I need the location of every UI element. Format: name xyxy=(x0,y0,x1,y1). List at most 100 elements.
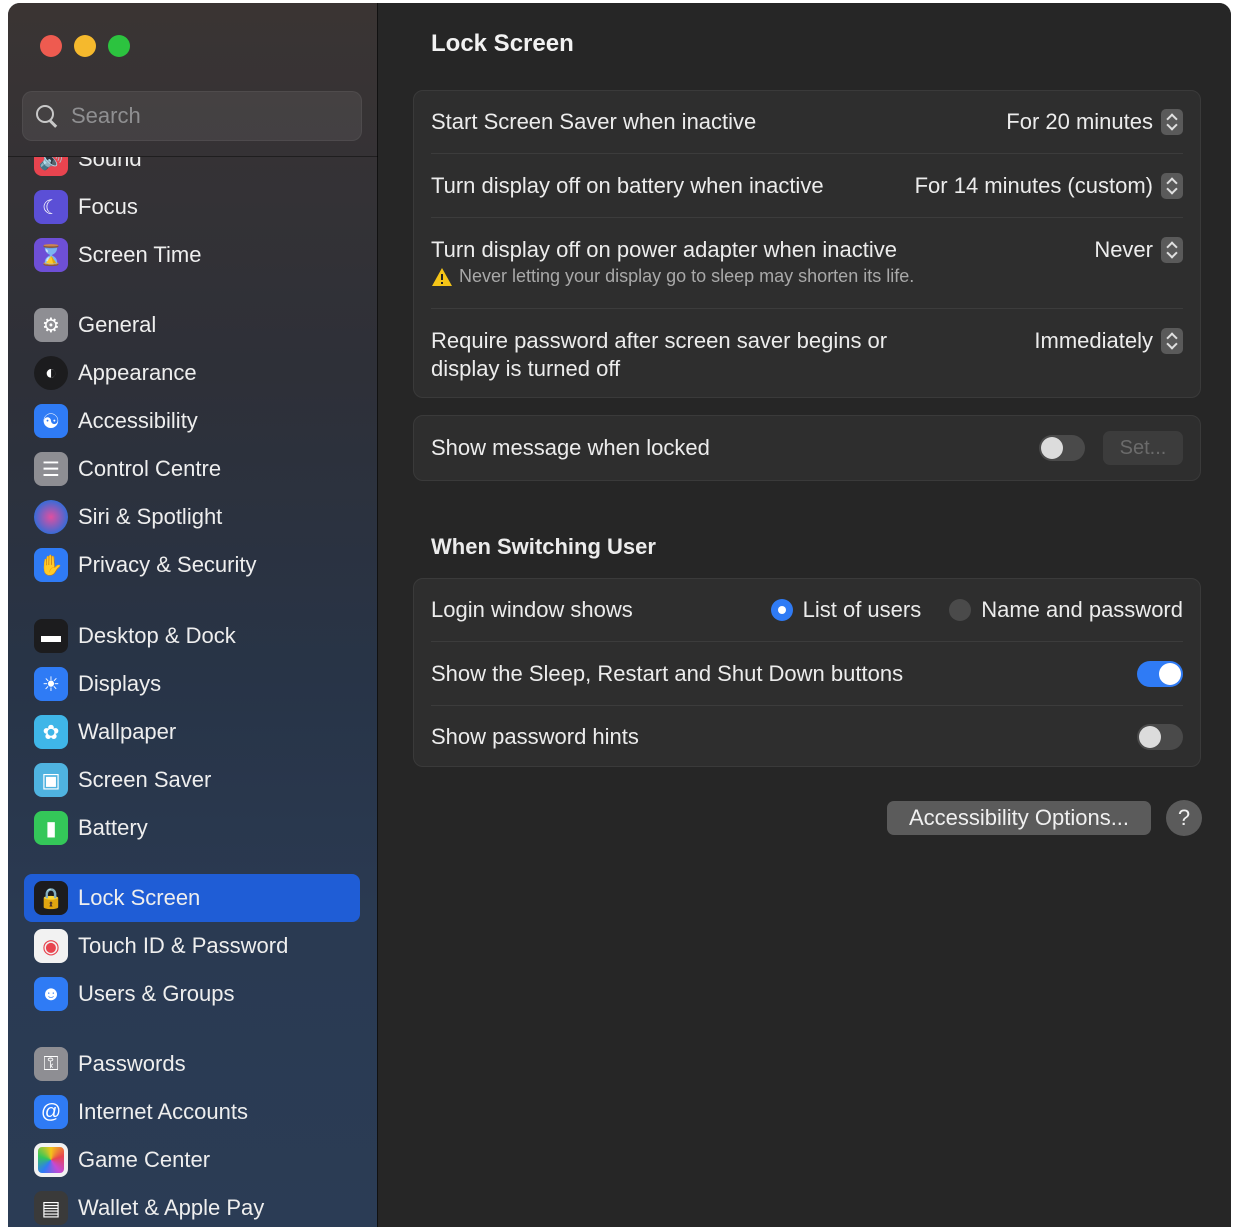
sidebar-item-touch-id-password[interactable]: ◉ Touch ID & Password xyxy=(24,922,360,970)
moon-icon: ☾ xyxy=(34,190,68,224)
screen-saver-label: Start Screen Saver when inactive xyxy=(431,109,757,134)
search-placeholder: Search xyxy=(71,103,141,128)
sidebar-item-desktop-dock[interactable]: ▬ Desktop & Dock xyxy=(24,612,360,660)
accessibility-icon: ☯ xyxy=(34,404,68,438)
login-window-row: Login window shows List of users Name an… xyxy=(431,596,1183,624)
row-divider xyxy=(431,308,1183,309)
sidebar-item-battery[interactable]: ▮ Battery xyxy=(24,804,360,852)
chevron-up-down-icon xyxy=(1161,328,1183,354)
require-password-popup[interactable]: Immediately xyxy=(1034,327,1183,355)
sidebar-item-label: Wallpaper xyxy=(78,719,177,744)
gear-icon: ⚙ xyxy=(34,308,68,342)
hand-icon: ✋ xyxy=(34,548,68,582)
row-divider xyxy=(431,705,1183,706)
chevron-up-down-icon xyxy=(1161,237,1183,263)
help-button[interactable]: ? xyxy=(1166,800,1202,836)
sidebar-item-game-center[interactable]: Game Center xyxy=(24,1136,360,1184)
close-window-button[interactable] xyxy=(40,35,62,57)
accessibility-options-button[interactable]: Accessibility Options... xyxy=(887,801,1151,835)
radio-list-of-users[interactable]: List of users xyxy=(770,596,922,624)
display-battery-value: For 14 minutes (custom) xyxy=(914,173,1153,198)
sidebar-item-label: Privacy & Security xyxy=(78,552,257,577)
sidebar-item-screen-saver[interactable]: ▣ Screen Saver xyxy=(24,756,360,804)
page-title: Lock Screen xyxy=(431,30,574,57)
sidebar-item-sound[interactable]: 🔊 Sound xyxy=(24,157,360,183)
show-message-controls: Set... xyxy=(1039,431,1183,465)
row-divider xyxy=(431,217,1183,218)
sidebar-item-label: Focus xyxy=(78,194,138,219)
sidebar-item-internet-accounts[interactable]: @ Internet Accounts xyxy=(24,1088,360,1136)
password-hints-label: Show password hints xyxy=(431,724,639,749)
battery-icon: ▮ xyxy=(34,811,68,845)
toggle-knob xyxy=(1041,437,1063,459)
sidebar-item-siri-spotlight[interactable]: Siri & Spotlight xyxy=(24,493,360,541)
screen-saver-icon: ▣ xyxy=(34,763,68,797)
switching-user-heading: When Switching User xyxy=(431,534,656,559)
sidebar-item-general[interactable]: ⚙ General xyxy=(24,301,360,349)
set-message-button[interactable]: Set... xyxy=(1103,431,1183,465)
search-field[interactable]: Search xyxy=(22,91,362,141)
chevron-up-down-icon xyxy=(1161,109,1183,135)
sidebar-item-screen-time[interactable]: ⌛ Screen Time xyxy=(24,231,360,279)
sidebar-item-users-groups[interactable]: ☻ Users & Groups xyxy=(24,970,360,1018)
sidebar-item-accessibility[interactable]: ☯ Accessibility xyxy=(24,397,360,445)
message-group: Show message when locked Set... xyxy=(413,415,1201,481)
sidebar-item-label: Control Centre xyxy=(78,456,222,481)
lock-icon: 🔒 xyxy=(34,881,68,915)
key-icon: ⚿ xyxy=(34,1047,68,1081)
radio-name-and-password[interactable]: Name and password xyxy=(949,596,1183,624)
sidebar-item-displays[interactable]: ☀ Displays xyxy=(24,660,360,708)
display-battery-popup[interactable]: For 14 minutes (custom) xyxy=(915,172,1183,200)
sidebar-item-privacy-security[interactable]: ✋ Privacy & Security xyxy=(24,541,360,589)
sidebar-item-label: Game Center xyxy=(78,1147,211,1172)
sidebar-item-label: Appearance xyxy=(78,360,197,385)
sidebar-item-label: Screen Time xyxy=(78,242,202,267)
appearance-icon: ◐ xyxy=(34,356,68,390)
screen-saver-popup[interactable]: For 20 minutes xyxy=(1006,108,1183,136)
sidebar-item-appearance[interactable]: ◐ Appearance xyxy=(24,349,360,397)
flower-icon: ✿ xyxy=(34,715,68,749)
radio-label: List of users xyxy=(802,597,922,622)
sidebar-item-label: Accessibility xyxy=(78,408,198,433)
sidebar-item-label: Users & Groups xyxy=(78,981,235,1006)
password-hints-toggle[interactable] xyxy=(1137,724,1183,750)
sidebar: Search 🔊 Sound ☾ Focus ⌛ Screen Time ⚙ G… xyxy=(8,3,378,1227)
sidebar-item-lock-screen[interactable]: 🔒 Lock Screen xyxy=(24,874,360,922)
sidebar-item-focus[interactable]: ☾ Focus xyxy=(24,183,360,231)
fingerprint-icon: ◉ xyxy=(34,929,68,963)
toggle-knob xyxy=(1139,726,1161,748)
search-icon xyxy=(35,104,59,128)
show-message-label: Show message when locked xyxy=(431,435,710,460)
sidebar-item-label: Lock Screen xyxy=(78,885,201,910)
sidebar-item-passwords[interactable]: ⚿ Passwords xyxy=(24,1040,360,1088)
sidebar-item-control-centre[interactable]: ☰ Control Centre xyxy=(24,445,360,493)
sleep-buttons-toggle[interactable] xyxy=(1137,661,1183,687)
warning-text: Never letting your display go to sleep m… xyxy=(459,266,915,286)
display-power-label: Turn display off on power adapter when i… xyxy=(431,237,897,262)
sidebar-item-label: Touch ID & Password xyxy=(78,933,289,958)
toggle-knob xyxy=(1159,663,1181,685)
display-battery-row: Turn display off on battery when inactiv… xyxy=(431,172,1183,200)
display-power-value: Never xyxy=(1094,237,1153,262)
display-settings-group: Start Screen Saver when inactive For 20 … xyxy=(413,90,1201,398)
system-settings-window: Search 🔊 Sound ☾ Focus ⌛ Screen Time ⚙ G… xyxy=(8,3,1231,1227)
zoom-window-button[interactable] xyxy=(108,35,130,57)
display-power-row: Turn display off on power adapter when i… xyxy=(431,236,1183,287)
minimize-window-button[interactable] xyxy=(74,35,96,57)
sun-icon: ☀ xyxy=(34,667,68,701)
row-divider xyxy=(431,641,1183,642)
hourglass-icon: ⌛ xyxy=(34,238,68,272)
sidebar-item-label: Internet Accounts xyxy=(78,1099,248,1124)
sidebar-item-wallpaper[interactable]: ✿ Wallpaper xyxy=(24,708,360,756)
show-message-toggle[interactable] xyxy=(1039,435,1085,461)
sidebar-item-wallet-apple-pay[interactable]: ▤ Wallet & Apple Pay xyxy=(24,1184,360,1227)
sidebar-item-label: Siri & Spotlight xyxy=(78,504,223,529)
sleep-buttons-row: Show the Sleep, Restart and Shut Down bu… xyxy=(431,660,1183,688)
login-window-label: Login window shows xyxy=(431,597,633,622)
sidebar-list: 🔊 Sound ☾ Focus ⌛ Screen Time ⚙ General … xyxy=(8,157,378,1227)
window-controls xyxy=(40,35,130,57)
display-power-text: Turn display off on power adapter when i… xyxy=(431,236,914,287)
display-power-popup[interactable]: Never xyxy=(1094,236,1183,264)
require-password-row: Require password after screen saver begi… xyxy=(431,327,1183,383)
login-window-options: List of users Name and password xyxy=(770,596,1183,624)
